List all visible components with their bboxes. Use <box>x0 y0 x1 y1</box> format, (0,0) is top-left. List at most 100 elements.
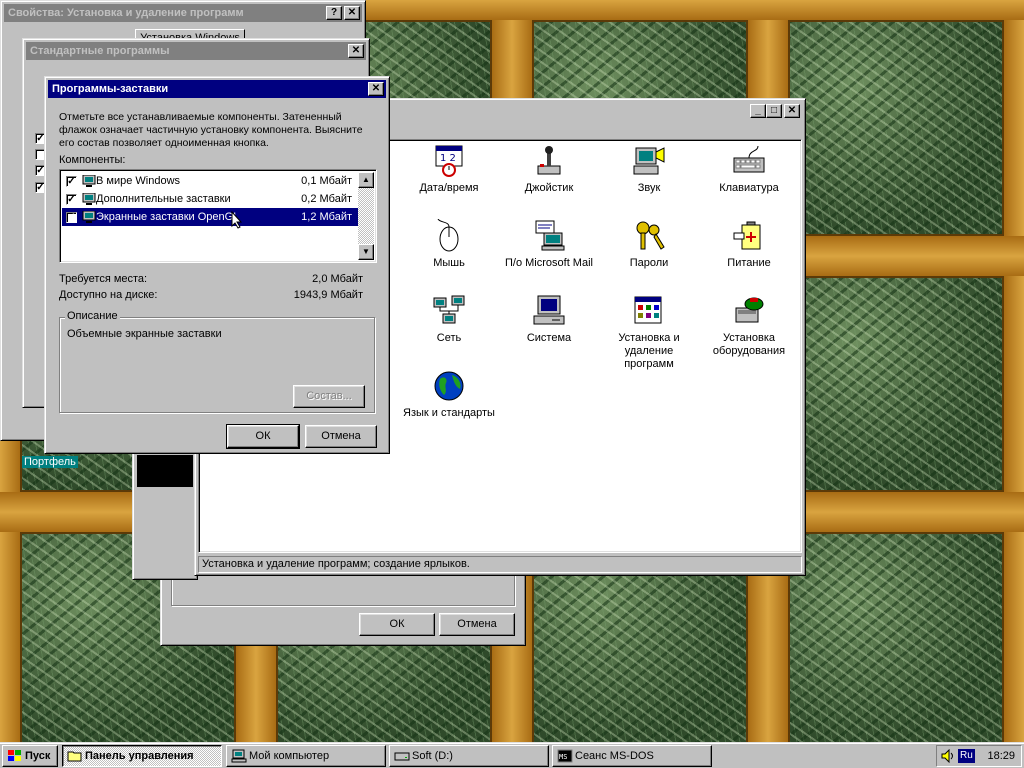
taskbar-button-msdos[interactable]: MS Сеанс MS-DOS <box>552 745 712 767</box>
background-cancel-button[interactable]: Отмена <box>439 613 515 636</box>
component-size: 0,2 Мбайт <box>301 193 352 205</box>
ok-button[interactable]: ОК <box>226 424 300 449</box>
close-button[interactable]: ✕ <box>344 6 360 20</box>
cp-item-label: П/о Microsoft Mail <box>505 257 593 269</box>
cp-item-datetime[interactable]: 1 2 Дата/время <box>399 144 499 195</box>
start-label: Пуск <box>25 750 51 762</box>
cp-item-label: Система <box>526 332 572 344</box>
close-button[interactable]: ✕ <box>784 104 800 118</box>
cp-item-joystick[interactable]: Джойстик <box>499 144 599 195</box>
computer-icon <box>231 749 247 763</box>
taskbar-button-soft-drive[interactable]: Soft (D:) <box>389 745 549 767</box>
space-available-value: 1943,9 Мбайт <box>293 289 363 301</box>
window-title: Свойства: Установка и удаление программ <box>8 7 244 19</box>
cp-item-label: Мышь <box>433 257 465 269</box>
cp-item-add-remove[interactable]: Установка и удаление программ <box>599 294 699 371</box>
cp-item-keyboard[interactable]: Клавиатура <box>699 144 799 195</box>
component-name: В мире Windows <box>96 175 181 187</box>
cp-item-label: Сеть <box>436 332 462 344</box>
cp-item-label: Язык и стандарты <box>403 407 495 419</box>
details-button[interactable]: Состав... <box>293 385 365 408</box>
close-button[interactable]: ✕ <box>348 44 364 58</box>
monitor-icon <box>82 210 96 223</box>
folder-icon <box>67 749 83 763</box>
cp-item-label: Дата/время <box>419 182 479 194</box>
screensavers-dialog: Программы-заставки ✕ Отметьте все устана… <box>44 76 390 454</box>
cp-item-system[interactable]: Система <box>499 294 599 345</box>
components-scrollbar[interactable]: ▲ ▼ <box>358 172 374 260</box>
datetime-icon: 1 2 <box>432 144 466 178</box>
scroll-down-arrow[interactable]: ▼ <box>358 244 374 260</box>
taskbar-button-my-computer[interactable]: Мой компьютер <box>226 745 386 767</box>
component-row[interactable]: ✓ Дополнительные заставки 0,2 Мбайт <box>62 190 358 208</box>
component-row-selected[interactable]: ✓ Экранные заставки OpenGL 1,2 Мбайт <box>62 208 358 226</box>
task-label: Сеанс MS-DOS <box>575 750 654 762</box>
windows-logo-icon <box>7 749 23 763</box>
component-checkbox[interactable]: ✓ <box>66 175 77 187</box>
description-text: Объемные экранные заставки <box>67 328 222 340</box>
cp-item-network[interactable]: Сеть <box>399 294 499 345</box>
component-name: Дополнительные заставки <box>96 193 231 205</box>
monitor-icon <box>82 174 96 187</box>
add-remove-titlebar[interactable]: Свойства: Установка и удаление программ … <box>4 4 362 22</box>
help-button[interactable]: ? <box>326 6 342 20</box>
cp-item-label: Питание <box>727 257 771 269</box>
task-label: Мой компьютер <box>249 750 330 762</box>
component-checkbox[interactable]: ✓ <box>66 211 77 223</box>
start-button[interactable]: Пуск <box>2 745 58 767</box>
cancel-button[interactable]: Отмена <box>305 425 377 448</box>
add-remove-icon <box>632 294 666 328</box>
component-name: Экранные заставки OpenGL <box>96 211 240 223</box>
component-row[interactable]: ✓ В мире Windows 0,1 Мбайт <box>62 172 358 190</box>
desktop-icon-portfolio-label[interactable]: Портфель <box>22 456 78 468</box>
screensavers-titlebar[interactable]: Программы-заставки ✕ <box>48 80 386 98</box>
cp-item-power[interactable]: Питание <box>699 219 799 270</box>
keyboard-icon <box>732 144 766 178</box>
cp-item-sound[interactable]: Звук <box>599 144 699 195</box>
space-required-value: 2,0 Мбайт <box>312 273 363 285</box>
cp-item-label: Звук <box>637 182 661 194</box>
cp-item-label: Установка оборудования <box>712 332 786 357</box>
close-button[interactable]: ✕ <box>368 82 384 96</box>
maximize-button[interactable]: □ <box>766 104 782 118</box>
taskbar: Пуск Панель управления Мой компьютер Sof… <box>0 742 1024 768</box>
background-window-fragment <box>132 440 198 580</box>
cp-item-passwords[interactable]: Пароли <box>599 219 699 270</box>
volume-icon[interactable] <box>941 748 955 766</box>
minimize-button[interactable]: _ <box>750 104 766 118</box>
system-icon <box>532 294 566 328</box>
space-required-label: Требуется места: <box>59 273 148 285</box>
power-icon <box>732 219 766 253</box>
task-label: Панель управления <box>85 750 194 762</box>
status-bar: Установка и удаление программ; создание … <box>198 556 802 573</box>
language-indicator[interactable]: Ru <box>958 749 975 763</box>
cp-item-regional[interactable]: Язык и стандарты <box>399 369 499 420</box>
joystick-icon <box>532 144 566 178</box>
standard-programs-titlebar[interactable]: Стандартные программы ✕ <box>26 42 366 60</box>
component-size: 0,1 Мбайт <box>301 175 352 187</box>
system-tray: Ru 18:29 <box>936 745 1022 767</box>
cp-item-label: Установка и удаление программ <box>618 332 680 370</box>
cp-item-mail[interactable]: П/о Microsoft Mail <box>499 219 599 270</box>
cp-item-mouse[interactable]: Мышь <box>399 218 499 270</box>
cp-item-label: Клавиатура <box>719 182 779 194</box>
svg-text:MS: MS <box>559 753 567 761</box>
cp-item-add-hardware[interactable]: Установка оборудования <box>699 294 799 358</box>
msdos-icon: MS <box>557 749 573 763</box>
drive-icon <box>394 749 410 763</box>
cp-item-label: Джойстик <box>524 182 574 194</box>
add-hardware-icon <box>732 294 766 328</box>
mail-icon <box>532 219 566 253</box>
task-label: Soft (D:) <box>412 750 453 762</box>
clock[interactable]: 18:29 <box>987 749 1015 763</box>
mouse-cursor-icon <box>231 211 243 229</box>
sound-icon <box>632 144 666 178</box>
cp-item-label: Пароли <box>629 257 669 269</box>
scroll-up-arrow[interactable]: ▲ <box>358 172 374 188</box>
components-list[interactable]: ✓ В мире Windows 0,1 Мбайт ✓ Дополнитель… <box>59 169 377 263</box>
dialog-title: Программы-заставки <box>52 83 169 95</box>
background-ok-button[interactable]: ОК <box>359 613 435 636</box>
component-checkbox[interactable]: ✓ <box>66 193 77 205</box>
monitor-icon <box>82 192 96 205</box>
taskbar-button-control-panel[interactable]: Панель управления <box>62 745 222 767</box>
